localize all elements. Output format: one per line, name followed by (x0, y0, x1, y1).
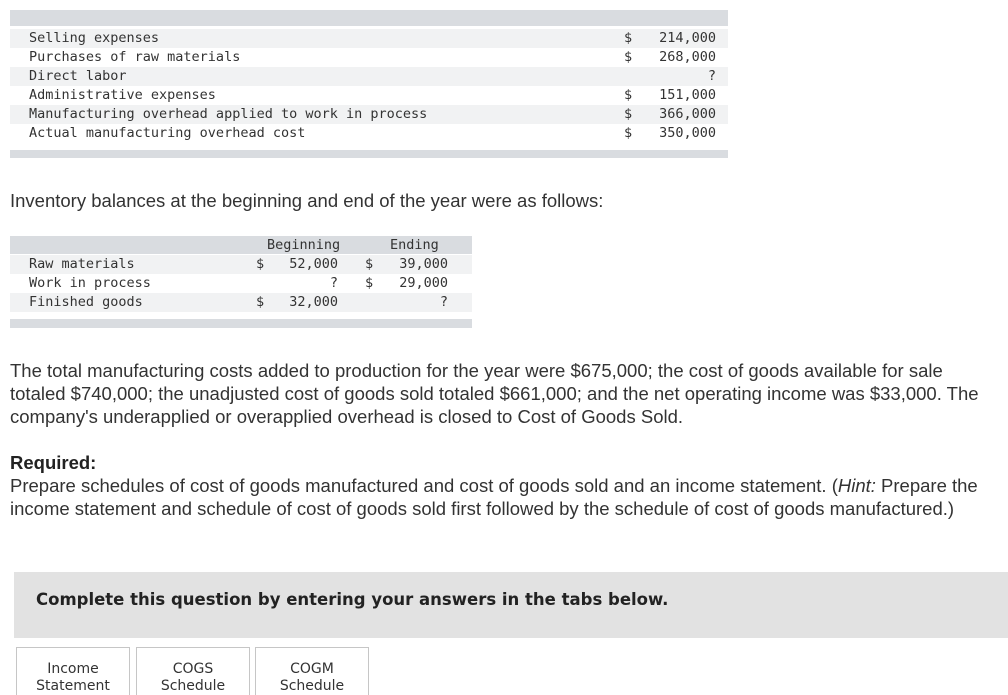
tab-label-line1: COGS (172, 661, 214, 677)
cost-amount: 214,000 (659, 30, 716, 46)
beginning-currency: $ (256, 294, 265, 310)
table-row: Raw materials $ 52,000 $ 39,000 (10, 255, 472, 274)
inventory-intro: Inventory balances at the beginning and … (10, 190, 604, 211)
cost-currency: $ (624, 106, 633, 122)
cost-amount: 366,000 (659, 106, 716, 122)
tab-label-line1: COGM (290, 661, 334, 677)
cost-label: Selling expenses (29, 30, 160, 46)
required-text: Prepare schedules of cost of goods manuf… (10, 475, 838, 496)
cost-table-bottom-band (10, 150, 728, 158)
ending-currency: $ (365, 256, 374, 272)
ending-value: 29,000 (399, 275, 448, 291)
table-row: Purchases of raw materials $ 268,000 (10, 48, 728, 67)
tab-label-line1: Income (47, 661, 99, 677)
cost-label: Purchases of raw materials (29, 49, 241, 65)
cost-currency: $ (624, 87, 633, 103)
cost-amount: 151,000 (659, 87, 716, 103)
table-row: Direct labor ? (10, 67, 728, 86)
cost-amount: ? (707, 68, 716, 84)
tab-income-statement[interactable]: Income Statement (16, 647, 130, 695)
beginning-value: ? (329, 275, 338, 291)
hint-label: Hint: (837, 475, 876, 496)
table-row: Manufacturing overhead applied to work i… (10, 105, 728, 124)
beginning-currency: $ (256, 256, 265, 272)
cost-label: Administrative expenses (29, 87, 216, 103)
beginning-value: 32,000 (289, 294, 338, 310)
table-row: Work in process ? $ 29,000 (10, 274, 472, 293)
cost-currency: $ (624, 30, 633, 46)
inventory-header-row: Beginning Ending (10, 236, 472, 255)
ending-value: 39,000 (399, 256, 448, 272)
totals-paragraph: The total manufacturing costs added to p… (10, 360, 979, 427)
cost-label: Actual manufacturing overhead cost (29, 125, 306, 141)
required-heading: Required: (10, 452, 97, 473)
cost-amount: 268,000 (659, 49, 716, 65)
ending-currency: $ (365, 275, 374, 291)
tab-label-line2: Schedule (160, 678, 226, 694)
cost-amount: 350,000 (659, 125, 716, 141)
cost-label: Direct labor (29, 68, 127, 84)
inventory-label: Work in process (29, 275, 151, 291)
tab-cogm-schedule[interactable]: COGM Schedule (255, 647, 369, 695)
cost-currency: $ (624, 125, 633, 141)
table-row: Selling expenses $ 214,000 (10, 29, 728, 48)
tab-label-line2: Statement (36, 678, 110, 694)
cost-table-top-band (10, 10, 728, 26)
header-ending: Ending (390, 237, 439, 253)
cost-label: Manufacturing overhead applied to work i… (29, 106, 428, 122)
instruction-banner: Complete this question by entering your … (14, 572, 1008, 638)
inventory-bottom-band (10, 319, 472, 328)
cost-currency: $ (624, 49, 633, 65)
table-row: Finished goods $ 32,000 ? (10, 293, 472, 312)
ending-value: ? (439, 294, 448, 310)
required-section: Required: Prepare schedules of cost of g… (10, 451, 1002, 520)
table-row: Actual manufacturing overhead cost $ 350… (10, 124, 728, 143)
tab-label-line2: Schedule (279, 678, 345, 694)
header-beginning: Beginning (267, 237, 341, 253)
instruction-text: Complete this question by entering your … (36, 590, 669, 609)
beginning-value: 52,000 (289, 256, 338, 272)
inventory-label: Finished goods (29, 294, 143, 310)
table-row: Administrative expenses $ 151,000 (10, 86, 728, 105)
inventory-label: Raw materials (29, 256, 135, 272)
tab-cogs-schedule[interactable]: COGS Schedule (136, 647, 250, 695)
